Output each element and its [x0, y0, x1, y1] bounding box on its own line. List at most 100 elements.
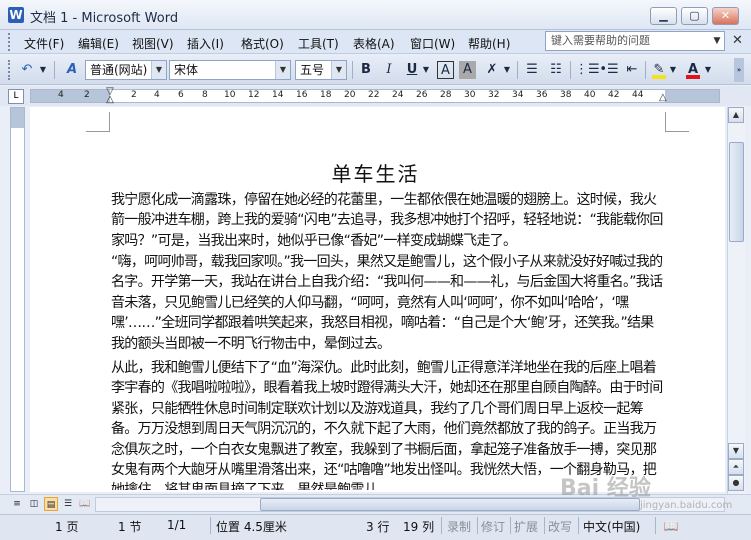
previous-page-icon[interactable]: ⏶: [728, 459, 744, 475]
vertical-scroll-thumb[interactable]: [729, 142, 744, 242]
ruler-number: 4: [58, 90, 64, 100]
indent-markers-icon[interactable]: ▽ △: [104, 87, 116, 106]
print-view-icon[interactable]: ▤: [44, 497, 58, 511]
scaling-dropdown-icon[interactable]: ▼: [502, 59, 512, 81]
ruler-number: 20: [344, 90, 356, 100]
italic-button[interactable]: I: [380, 59, 398, 81]
character-shading-button[interactable]: A: [459, 61, 476, 79]
character-scaling-icon[interactable]: ✗: [481, 59, 503, 81]
font-color-dropdown-icon[interactable]: ▼: [703, 59, 713, 81]
character-border-button[interactable]: A: [437, 61, 454, 79]
separator: [655, 517, 656, 534]
status-extend[interactable]: 扩展: [514, 518, 538, 535]
decrease-indent-icon[interactable]: ⇤: [622, 59, 642, 81]
ruler-number: 16: [296, 90, 308, 100]
menu-grip[interactable]: [8, 33, 11, 51]
ruler-number: 38: [560, 90, 572, 100]
menu-view[interactable]: 视图(V): [132, 35, 174, 52]
status-column: 19 列: [403, 520, 435, 534]
undo-dropdown-icon[interactable]: ▼: [38, 59, 48, 81]
normal-view-icon[interactable]: ≡: [10, 497, 24, 511]
menu-table[interactable]: 表格(A): [353, 35, 395, 52]
highlight-dropdown-icon[interactable]: ▼: [668, 59, 678, 81]
minimize-button[interactable]: ▁: [650, 7, 677, 25]
status-line: 3 行: [366, 520, 390, 534]
menu-window[interactable]: 窗口(W): [410, 35, 455, 52]
chevron-down-icon[interactable]: ▼: [275, 61, 290, 79]
window-title: 文档 1 - Microsoft Word: [30, 11, 179, 26]
baidu-watermark-logo: Bai 经验: [560, 476, 651, 501]
paragraph[interactable]: 我宁愿化成一滴露珠，停留在她必经的花蕾里，一生都依偎在她温暖的翅膀上。这时候，我…: [111, 190, 666, 251]
status-record[interactable]: 录制: [447, 518, 471, 535]
ruler-number: 2: [84, 90, 90, 100]
menu-help[interactable]: 帮助(H): [468, 35, 510, 52]
numbering-icon[interactable]: ⋮☰: [575, 59, 600, 81]
style-select[interactable]: 普通(网站) ▼: [85, 60, 167, 80]
vertical-ruler-margin: [11, 108, 24, 128]
font-select[interactable]: 宋体 ▼: [169, 60, 291, 80]
bullets-icon[interactable]: •☰: [599, 59, 619, 81]
separator: [510, 517, 511, 534]
menu-file[interactable]: 文件(F): [24, 35, 64, 52]
chevron-down-icon[interactable]: ▼: [151, 61, 166, 79]
ruler-number: 4: [154, 90, 160, 100]
ruler-number: 40: [584, 90, 596, 100]
align-justify-icon[interactable]: ☰: [522, 59, 542, 81]
help-search-input[interactable]: 键入需要帮助的问题: [545, 31, 725, 51]
word-app-icon[interactable]: W: [8, 7, 24, 23]
crop-mark: [665, 112, 689, 132]
status-language[interactable]: 中文(中国): [583, 518, 640, 535]
web-view-icon[interactable]: ◫: [27, 497, 41, 511]
menu-edit[interactable]: 编辑(E): [78, 35, 119, 52]
chevron-down-icon[interactable]: ▼: [331, 61, 346, 79]
menu-insert[interactable]: 插入(I): [187, 35, 224, 52]
font-color-icon[interactable]: A: [683, 59, 703, 81]
status-section: 1 节: [118, 520, 142, 534]
document-title[interactable]: 单车生活: [0, 158, 751, 187]
ruler-number: 42: [608, 90, 620, 100]
underline-button[interactable]: U: [403, 59, 421, 81]
underline-dropdown-icon[interactable]: ▼: [421, 59, 431, 81]
toolbar-grip[interactable]: [8, 60, 11, 80]
ruler-number: 18: [320, 90, 332, 100]
outline-view-icon[interactable]: ☰: [61, 497, 75, 511]
ruler-number: 44: [632, 90, 644, 100]
ruler-number: 12: [248, 90, 260, 100]
ruler-number: 34: [512, 90, 524, 100]
ruler-number: 32: [488, 90, 500, 100]
right-indent-icon[interactable]: △: [659, 93, 671, 103]
ruler-number: 24: [392, 90, 404, 100]
status-overtype[interactable]: 改写: [548, 518, 572, 535]
ruler-left-margin: [31, 90, 110, 102]
separator: [544, 517, 545, 534]
close-button[interactable]: ✕: [712, 7, 739, 25]
status-track-changes[interactable]: 修订: [481, 518, 505, 535]
ruler-number: 36: [536, 90, 548, 100]
toolbar-options-icon[interactable]: »: [734, 58, 744, 82]
scroll-up-icon[interactable]: ▲: [728, 107, 744, 123]
menu-format[interactable]: 格式(O): [241, 35, 284, 52]
separator: [54, 61, 55, 79]
maximize-button[interactable]: ▢: [681, 7, 708, 25]
reading-view-icon[interactable]: 📖: [78, 497, 92, 511]
menu-tools[interactable]: 工具(T): [298, 35, 339, 52]
paragraph[interactable]: “嗨，呵呵帅哥，载我回家呗。”我一回头，果然又是鲍雪儿，这个假小子从来就没好好喊…: [111, 252, 666, 354]
separator: [578, 517, 579, 534]
ruler-number: 28: [440, 90, 452, 100]
tab-selector[interactable]: L: [8, 89, 24, 104]
ruler-number: 6: [178, 90, 184, 100]
document-close-icon[interactable]: ✕: [732, 33, 746, 49]
styles-pane-icon[interactable]: A: [62, 59, 82, 81]
ruler-number: 22: [368, 90, 380, 100]
browse-object-icon[interactable]: ●: [728, 475, 744, 491]
highlight-icon[interactable]: ✎: [649, 59, 669, 81]
size-select[interactable]: 五号 ▼: [295, 60, 347, 80]
scroll-down-icon[interactable]: ▼: [728, 443, 744, 459]
spelling-check-icon[interactable]: 📖: [662, 518, 680, 534]
help-dropdown-icon[interactable]: ▼: [710, 33, 724, 49]
bold-button[interactable]: B: [357, 59, 375, 81]
undo-icon[interactable]: ↶: [16, 59, 38, 81]
align-distributed-icon[interactable]: ☷: [546, 59, 566, 81]
separator: [517, 61, 518, 79]
separator: [645, 61, 646, 79]
